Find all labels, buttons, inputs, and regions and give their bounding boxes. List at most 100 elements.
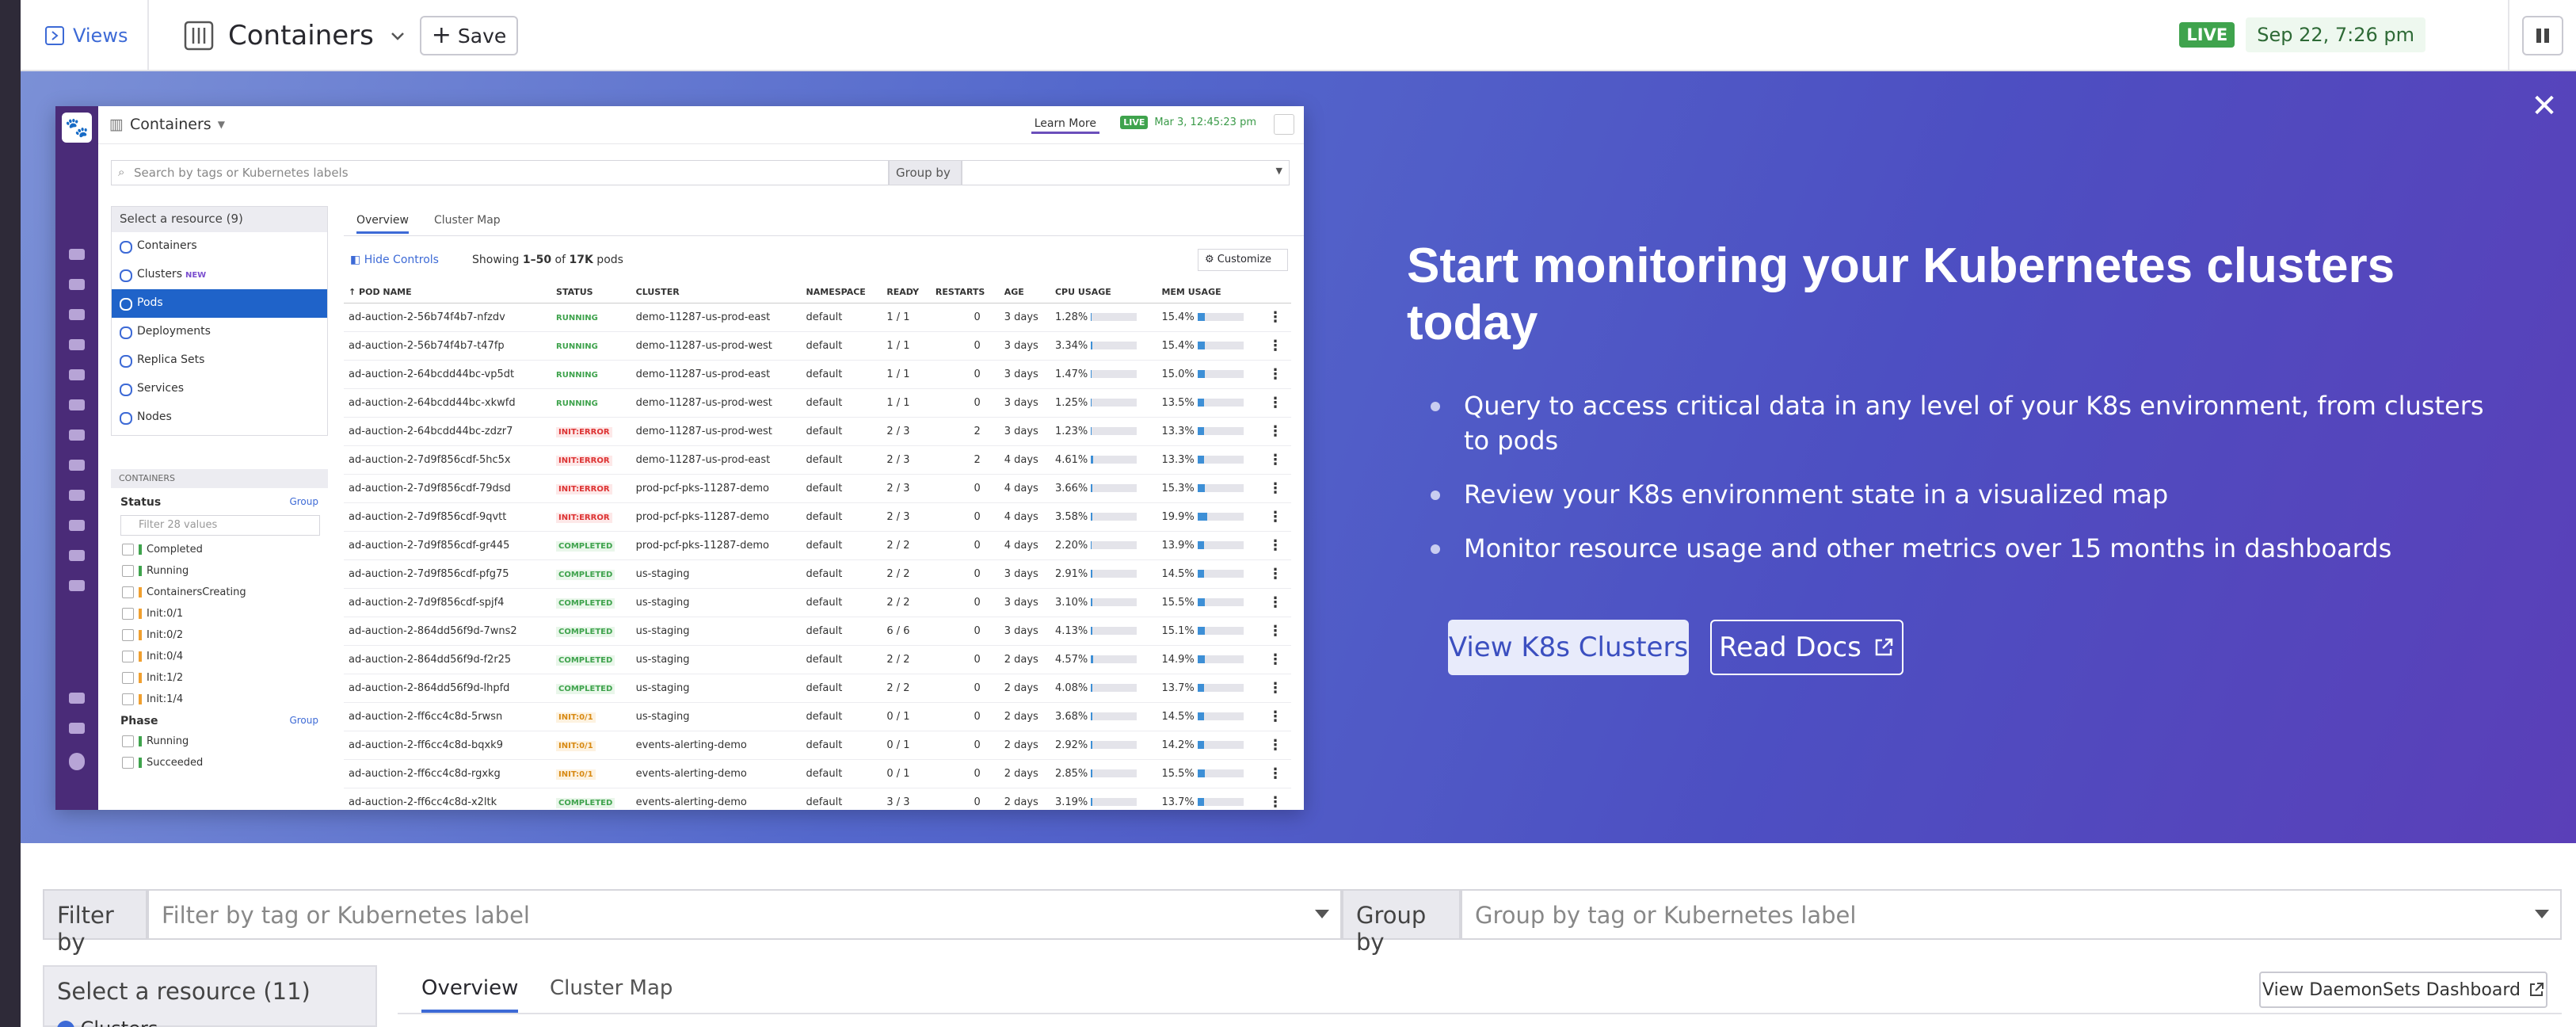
- cluster-cell: us-staging: [631, 588, 802, 617]
- nav-icon: [69, 309, 85, 320]
- namespace-cell: default: [801, 360, 882, 389]
- row-menu-icon: ⋮: [1263, 588, 1291, 617]
- customize-button: ⚙ Customize: [1198, 249, 1288, 271]
- divider: [2508, 0, 2509, 70]
- row-menu-icon: ⋮: [1263, 759, 1291, 788]
- cpu-usage-cell-bar-fill: [1091, 342, 1093, 349]
- close-icon[interactable]: ✕: [2527, 89, 2562, 124]
- pod-name-cell: ad-auction-2-7d9f856cdf-spjf4: [344, 588, 552, 617]
- age-cell: 3 days: [999, 303, 1050, 332]
- cpu-usage-cell: 4.61%: [1050, 445, 1157, 475]
- status-badge: COMPLETED: [556, 540, 615, 552]
- nav-icon: [69, 693, 85, 704]
- tab-overview[interactable]: Overview: [421, 976, 519, 1013]
- mem-usage-cell-bar-fill: [1197, 484, 1205, 492]
- cluster-cell: demo-11287-us-prod-west: [631, 331, 802, 361]
- pod-name-cell: ad-auction-2-ff6cc4c8d-x2ltk: [344, 788, 552, 810]
- cpu-usage-cell-bar-fill: [1091, 513, 1093, 521]
- view-k8s-clusters-button[interactable]: View K8s Clusters: [1448, 620, 1689, 675]
- table-row: ad-auction-2-864dd56f9d-7wns2 COMPLETED us…: [344, 617, 1291, 646]
- mem-usage-cell-bar-fill: [1197, 427, 1204, 435]
- cpu-usage-cell-value: 2.92%: [1054, 739, 1088, 751]
- cpu-usage-cell-bar-fill: [1091, 684, 1093, 692]
- preview-resource-item: Containers: [112, 232, 327, 261]
- preview-resource-item: Nodes: [112, 403, 327, 432]
- filter-input[interactable]: Filter by tag or Kubernetes label: [147, 889, 1342, 940]
- restarts-cell: 0: [930, 645, 1000, 674]
- row-menu-icon: ⋮: [1263, 674, 1291, 703]
- column-header: AGE: [999, 282, 1050, 304]
- restarts-cell: 0: [930, 331, 1000, 361]
- cluster-cell: events-alerting-demo: [631, 731, 802, 760]
- save-button[interactable]: + Save: [420, 16, 518, 55]
- age-cell: 2 days: [999, 788, 1050, 810]
- mem-usage-cell-bar: [1197, 513, 1244, 521]
- status-color-bar: [139, 694, 142, 704]
- column-header: NAMESPACE: [801, 282, 882, 304]
- resource-label: Nodes: [137, 410, 172, 423]
- ready-cell: 0 / 1: [882, 759, 931, 788]
- namespace-cell: default: [801, 474, 882, 503]
- resource-item-label: Clusters: [81, 1017, 158, 1027]
- restarts-cell: 0: [930, 502, 1000, 532]
- live-indicator[interactable]: LIVE Sep 22, 7:26 pm: [2179, 17, 2425, 52]
- chevron-down-icon: [391, 32, 404, 40]
- status-color-bar: [139, 758, 142, 768]
- phase-facet-label: Phase: [120, 715, 158, 727]
- external-link-icon: [2529, 983, 2544, 996]
- cluster-cell: prod-pcf-pks-11287-demo: [631, 531, 802, 560]
- table-row: ad-auction-2-7d9f856cdf-spjf4 COMPLETED us…: [344, 588, 1291, 617]
- status-color-bar: [139, 630, 142, 640]
- cpu-usage-cell-value: 4.61%: [1054, 453, 1088, 466]
- group-by-input[interactable]: Group by tag or Kubernetes label: [1461, 889, 2562, 940]
- views-label: Views: [73, 25, 128, 47]
- mem-usage-cell: 14.2%: [1157, 731, 1263, 760]
- cpu-usage-cell-bar-fill: [1091, 570, 1093, 578]
- namespace-cell: default: [801, 731, 882, 760]
- table-row: ad-auction-2-7d9f856cdf-5hc5x INIT:ERROR d…: [344, 445, 1291, 475]
- mem-usage-cell-value: 14.5%: [1161, 710, 1195, 723]
- cpu-usage-cell-bar: [1091, 627, 1137, 635]
- facet-value-label: Succeeded: [147, 757, 204, 769]
- page-title[interactable]: Containers: [184, 16, 407, 55]
- nav-icon: [69, 520, 85, 531]
- view-daemonsets-button[interactable]: View DaemonSets Dashboard: [2259, 972, 2547, 1008]
- ready-cell: 1 / 1: [882, 360, 931, 389]
- status-cell: COMPLETED: [551, 788, 631, 810]
- preview-resource-item: Deployments: [112, 318, 327, 346]
- cluster-cell: demo-11287-us-prod-east: [631, 445, 802, 475]
- bullet-item: Query to access critical data in any lev…: [1423, 388, 2516, 458]
- age-cell: 3 days: [999, 360, 1050, 389]
- cpu-usage-cell-bar: [1091, 370, 1137, 378]
- mem-usage-cell-bar: [1197, 741, 1244, 749]
- resource-item-clusters[interactable]: Clusters: [57, 1017, 158, 1027]
- resource-selector: Select a resource (11) Clusters: [43, 965, 377, 1027]
- status-color-bar: [139, 566, 142, 576]
- group-by-placeholder: Group by tag or Kubernetes label: [1475, 902, 1857, 929]
- status-cell: INIT:ERROR: [551, 474, 631, 503]
- status-cell: COMPLETED: [551, 645, 631, 674]
- product-preview-image: 🐾 ▥ Containers ▼ Learn More LIVE Mar 3, …: [55, 106, 1304, 810]
- pods-table: ↑ POD NAME STATUS CLUSTER NAMESPACE READY RES…: [344, 282, 1291, 810]
- table-row: ad-auction-2-864dd56f9d-f2r25 COMPLETED us…: [344, 645, 1291, 674]
- restarts-cell: 0: [930, 617, 1000, 646]
- row-menu-icon: ⋮: [1263, 531, 1291, 560]
- read-docs-button[interactable]: Read Docs: [1710, 620, 1903, 675]
- mem-usage-cell: 13.3%: [1157, 417, 1263, 446]
- containers-icon: ▥: [109, 116, 124, 133]
- status-color-bar: [139, 651, 142, 662]
- tab-cluster-map[interactable]: Cluster Map: [550, 976, 673, 1000]
- views-button[interactable]: Views: [44, 21, 128, 51]
- banner-title: Start monitoring your Kubernetes cluster…: [1407, 239, 2395, 350]
- pause-button[interactable]: [2522, 16, 2563, 55]
- pod-name-cell: ad-auction-2-7d9f856cdf-9qvtt: [344, 502, 552, 532]
- mem-usage-cell-bar-fill: [1197, 541, 1204, 549]
- status-badge: RUNNING: [556, 370, 598, 380]
- cpu-usage-cell-value: 1.25%: [1054, 396, 1088, 409]
- restarts-cell: 0: [930, 674, 1000, 703]
- avatar: [69, 753, 85, 770]
- ready-cell: 2 / 2: [882, 674, 931, 703]
- read-docs-label: Read Docs: [1719, 632, 1862, 663]
- restarts-cell: 2: [930, 445, 1000, 475]
- cpu-usage-cell: 2.91%: [1050, 559, 1157, 589]
